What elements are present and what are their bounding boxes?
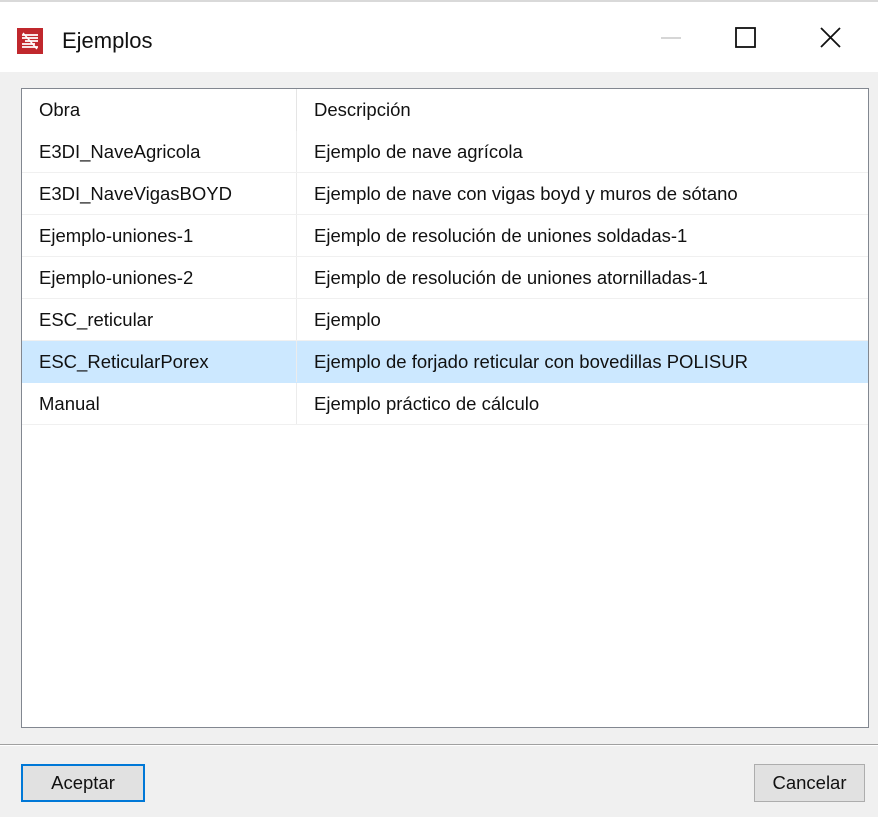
row-obra: ESC_reticular xyxy=(22,299,297,340)
list-row[interactable]: E3DI_NaveVigasBOYD Ejemplo de nave con v… xyxy=(22,173,868,215)
row-obra: Ejemplo-uniones-2 xyxy=(22,257,297,298)
row-obra: ESC_ReticularPorex xyxy=(22,341,297,382)
examples-list[interactable]: Obra Descripción E3DI_NaveAgricola Ejemp… xyxy=(21,88,869,728)
column-header-descripcion[interactable]: Descripción xyxy=(297,89,868,131)
list-row-selected[interactable]: ESC_ReticularPorex Ejemplo de forjado re… xyxy=(22,341,868,383)
row-descripcion: Ejemplo de resolución de uniones soldada… xyxy=(314,224,688,246)
close-button[interactable] xyxy=(800,2,860,72)
row-descripcion: Ejemplo xyxy=(314,308,381,330)
row-descripcion: Ejemplo de resolución de uniones atornil… xyxy=(314,266,708,288)
list-header: Obra Descripción xyxy=(22,89,868,131)
list-row[interactable]: Manual Ejemplo práctico de cálculo xyxy=(22,383,868,425)
row-obra: Ejemplo-uniones-1 xyxy=(22,215,297,256)
row-descripcion: Ejemplo de nave agrícola xyxy=(314,140,523,162)
maximize-button[interactable] xyxy=(714,2,774,72)
row-obra: Manual xyxy=(22,383,297,424)
footer-divider xyxy=(0,744,878,746)
app-logo-icon xyxy=(17,28,43,54)
row-obra: E3DI_NaveAgricola xyxy=(22,131,297,172)
list-row[interactable]: E3DI_NaveAgricola Ejemplo de nave agríco… xyxy=(22,131,868,173)
close-icon xyxy=(820,27,841,48)
row-descripcion: Ejemplo práctico de cálculo xyxy=(314,392,540,414)
dialog-window: Ejemplos Obra Descripción E3DI_NaveAgric… xyxy=(0,0,878,817)
column-header-obra[interactable]: Obra xyxy=(22,89,297,131)
list-row[interactable]: Ejemplo-uniones-1 Ejemplo de resolución … xyxy=(22,215,868,257)
row-obra: E3DI_NaveVigasBOYD xyxy=(22,173,297,214)
accept-button[interactable]: Aceptar xyxy=(21,764,145,802)
window-title: Ejemplos xyxy=(62,28,153,53)
minimize-button[interactable] xyxy=(643,2,703,72)
row-descripcion: Ejemplo de forjado reticular con bovedil… xyxy=(314,350,748,372)
title-bar[interactable]: Ejemplos xyxy=(0,2,878,72)
cancel-button[interactable]: Cancelar xyxy=(754,764,865,802)
row-descripcion: Ejemplo de nave con vigas boyd y muros d… xyxy=(314,182,738,204)
list-row[interactable]: Ejemplo-uniones-2 Ejemplo de resolución … xyxy=(22,257,868,299)
list-row[interactable]: ESC_reticular Ejemplo xyxy=(22,299,868,341)
maximize-icon xyxy=(735,27,756,48)
minimize-icon xyxy=(661,37,681,39)
